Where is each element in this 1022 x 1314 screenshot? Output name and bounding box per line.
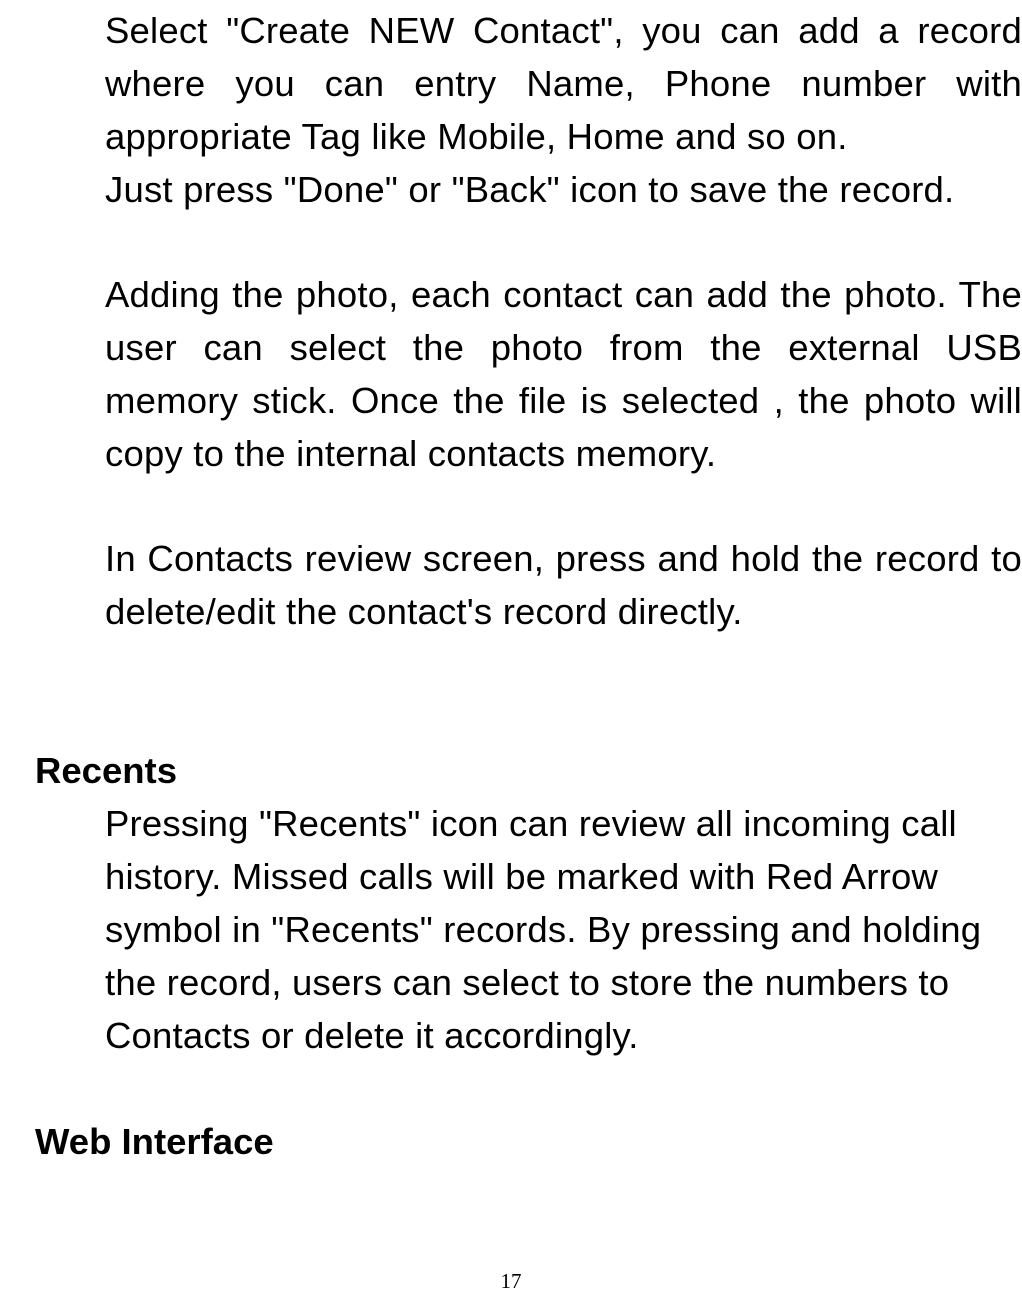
spacer: [35, 1062, 1022, 1115]
paragraph-save-record: Just press "Done" or "Back" icon to save…: [105, 163, 1022, 216]
paragraph-create-contact: Select "Create NEW Contact", you can add…: [105, 4, 1022, 163]
page-number: 17: [0, 1269, 1022, 1294]
paragraph-review-screen: In Contacts review screen, press and hol…: [105, 532, 1022, 638]
spacer: [35, 216, 1022, 268]
spacer: [35, 638, 1022, 744]
heading-web-interface: Web Interface: [35, 1115, 1022, 1168]
spacer: [35, 480, 1022, 532]
content-area: Select "Create NEW Contact", you can add…: [35, 4, 1022, 1168]
heading-recents: Recents: [35, 744, 1022, 797]
paragraph-adding-photo: Adding the photo, each contact can add t…: [105, 268, 1022, 480]
document-page: Select "Create NEW Contact", you can add…: [0, 0, 1022, 1314]
paragraph-recents: Pressing "Recents" icon can review all i…: [105, 797, 1022, 1062]
